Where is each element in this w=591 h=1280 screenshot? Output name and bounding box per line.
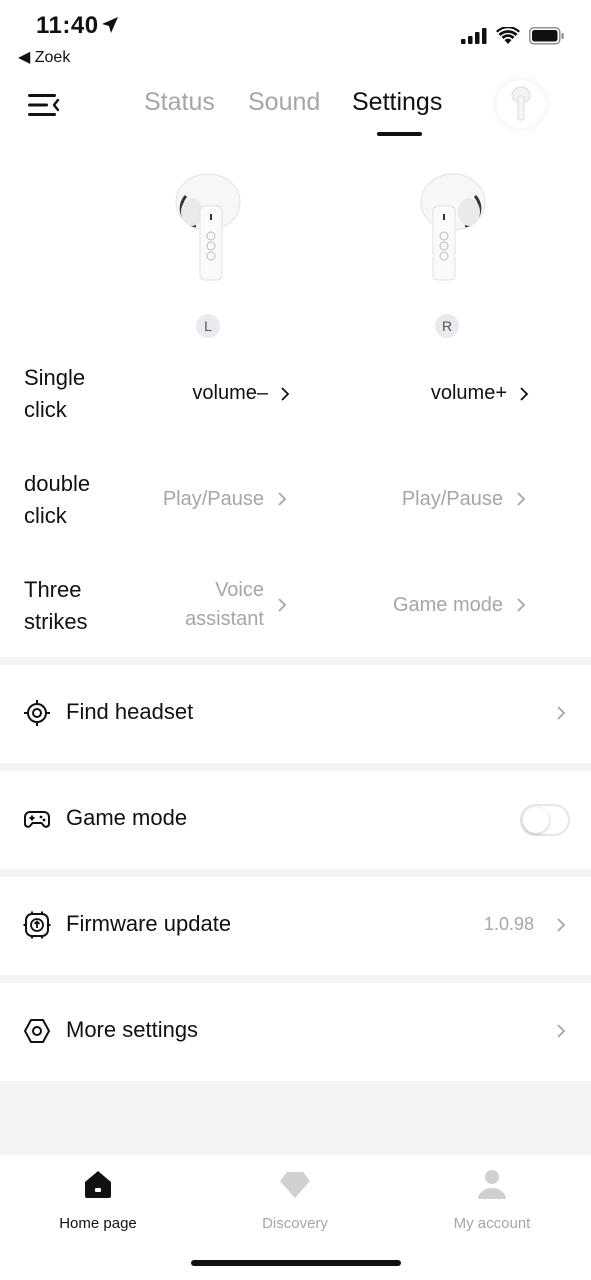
gesture-label: Single click	[24, 365, 86, 422]
tab-sound[interactable]: Sound	[248, 88, 320, 117]
more-settings-label: More settings	[66, 1017, 199, 1042]
game-mode-label: Game mode	[66, 805, 188, 830]
back-to-app-link[interactable]: ◀ Zoek	[18, 47, 70, 67]
toggle-knob	[523, 807, 549, 833]
person-icon	[478, 1170, 506, 1199]
home-indicator	[191, 1260, 401, 1266]
device-thumbnail-button[interactable]	[497, 80, 545, 128]
left-earbud-image	[175, 173, 241, 281]
left-action-value[interactable]: Voice assistant	[154, 576, 264, 634]
more-settings-row[interactable]: More settings	[0, 983, 591, 1079]
chevron-right-icon	[557, 918, 566, 932]
top-navigation: Status Sound Settings	[0, 72, 591, 144]
tab-status[interactable]: Status	[144, 88, 215, 117]
section-divider	[0, 975, 591, 983]
wifi-icon	[496, 27, 520, 44]
home-icon	[85, 1171, 111, 1198]
section-divider	[0, 657, 591, 665]
active-tab-indicator	[377, 132, 422, 136]
chip-upload-icon	[23, 911, 51, 939]
find-headset-row[interactable]: Find headset	[0, 665, 591, 761]
bottom-tab-label: Home page	[59, 1215, 137, 1232]
left-action-value[interactable]: volume–	[192, 379, 268, 408]
content-bottom-spacer	[0, 1081, 591, 1155]
gesture-row-double-click: double click Play/Pause Play/Pause	[0, 466, 591, 532]
bottom-tab-label: My account	[453, 1215, 531, 1232]
gesture-label: double click	[24, 471, 91, 528]
right-side-badge: R	[435, 314, 459, 338]
right-action-value[interactable]: volume+	[431, 379, 507, 408]
crosshair-icon	[24, 700, 50, 726]
left-action-value[interactable]: Play/Pause	[163, 485, 264, 514]
chevron-right-icon[interactable]	[515, 491, 527, 507]
left-side-badge: L	[196, 314, 220, 338]
firmware-version: 1.0.98	[483, 914, 534, 934]
firmware-update-label: Firmware update	[66, 911, 232, 936]
bottom-tab-home[interactable]: Home page	[28, 1167, 168, 1232]
battery-icon	[529, 27, 564, 45]
gesture-label: Three strikes	[24, 577, 88, 634]
status-time: 11:40	[36, 12, 99, 39]
hexagon-settings-icon	[24, 1019, 50, 1043]
menu-icon[interactable]	[24, 88, 64, 122]
status-bar: 11:40 ◀ Zoek	[0, 0, 591, 70]
game-mode-row: Game mode	[0, 771, 591, 867]
chevron-right-icon[interactable]	[518, 386, 530, 402]
section-divider	[0, 763, 591, 771]
right-earbud-image	[420, 173, 486, 281]
firmware-update-row[interactable]: Firmware update 1.0.98	[0, 877, 591, 973]
bottom-tab-my-account[interactable]: My account	[422, 1167, 562, 1232]
chevron-right-icon[interactable]	[276, 491, 288, 507]
diamond-icon	[280, 1172, 310, 1198]
chevron-right-icon[interactable]	[276, 597, 288, 613]
cellular-signal-icon	[461, 28, 487, 44]
location-arrow-icon	[102, 17, 118, 33]
find-headset-label: Find headset	[66, 699, 194, 724]
chevron-right-icon[interactable]	[279, 386, 291, 402]
right-action-value[interactable]: Game mode	[393, 591, 503, 620]
status-indicators	[461, 27, 565, 45]
section-divider	[0, 869, 591, 877]
gesture-row-three-strikes: Three strikes Voice assistant Game mode	[0, 572, 591, 638]
chevron-right-icon	[557, 1024, 566, 1038]
earbud-thumbnail-icon	[511, 86, 531, 121]
right-action-value[interactable]: Play/Pause	[402, 485, 503, 514]
game-mode-toggle[interactable]	[520, 804, 570, 836]
chevron-right-icon[interactable]	[515, 597, 527, 613]
chevron-right-icon	[557, 706, 566, 720]
bottom-tab-label: Discovery	[262, 1215, 328, 1232]
tab-settings[interactable]: Settings	[352, 88, 442, 117]
gesture-row-single-click: Single click volume– volume+	[0, 360, 591, 426]
gamepad-icon	[24, 811, 50, 828]
bottom-tab-discovery[interactable]: Discovery	[225, 1167, 365, 1232]
